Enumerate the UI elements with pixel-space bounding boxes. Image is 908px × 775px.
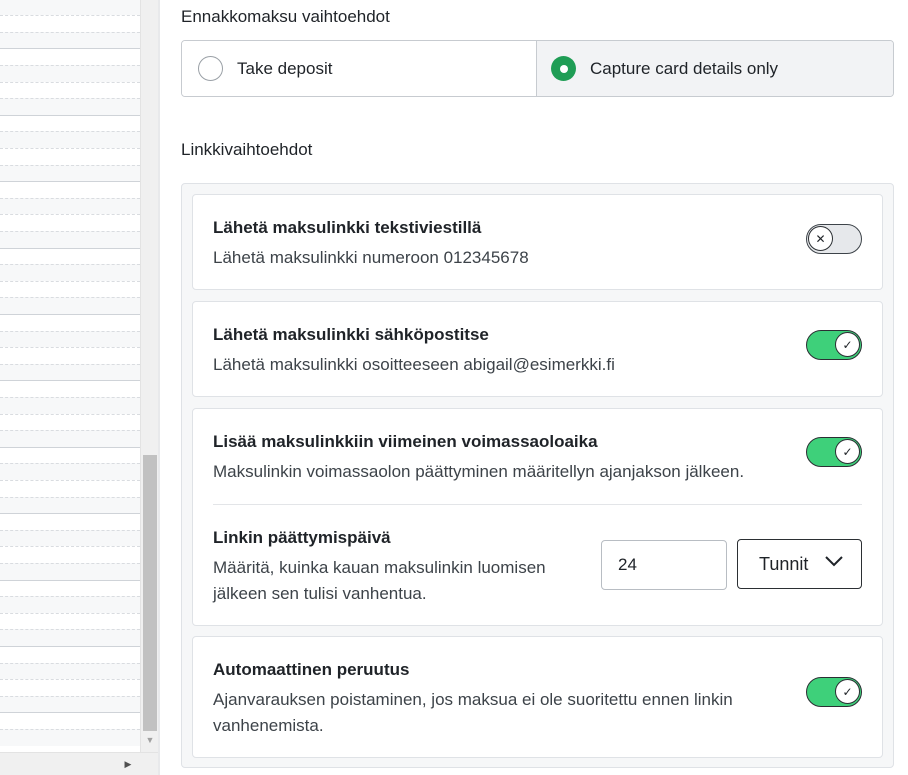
expiry-description: Maksulinkin voimassaolon päättyminen mää… [213, 462, 745, 481]
take-deposit-radio[interactable] [198, 56, 223, 81]
vertical-scrollbar[interactable]: ▼ [140, 0, 158, 752]
take-deposit-label: Take deposit [237, 58, 333, 78]
check-icon: ✓ [835, 679, 860, 704]
sms-link-description: Lähetä maksulinkki numeroon 012345678 [213, 248, 529, 267]
check-icon: ✓ [835, 439, 860, 464]
calendar-slot[interactable] [0, 181, 140, 198]
auto-cancel-title: Automaattinen peruutus [213, 660, 410, 679]
expiry-duration-input[interactable] [601, 540, 727, 590]
expiry-title: Lisää maksulinkkiin viimeinen voimassaol… [213, 432, 598, 451]
calendar-slot[interactable] [0, 131, 140, 148]
calendar-slot[interactable] [0, 546, 140, 563]
calendar-slot[interactable] [0, 363, 140, 381]
end-date-title: Linkin päättymispäivä [213, 528, 391, 547]
calendar-slot[interactable] [0, 579, 140, 597]
sms-link-toggle[interactable]: ✕ [806, 224, 862, 254]
calendar-slot[interactable] [0, 496, 140, 514]
calendar-slot[interactable] [0, 629, 140, 646]
email-link-toggle[interactable]: ✓ [806, 330, 862, 360]
calendar-slot[interactable] [0, 65, 140, 82]
vertical-scrollbar-thumb[interactable] [143, 455, 157, 731]
expiry-unit-value: Tunnit [759, 553, 809, 574]
expiry-toggle[interactable]: ✓ [806, 437, 862, 467]
calendar-slot[interactable] [0, 247, 140, 265]
calendar-slot[interactable] [0, 164, 140, 182]
check-icon: ✓ [835, 332, 860, 357]
calendar-slot[interactable] [0, 596, 140, 613]
calendar-slot[interactable] [0, 380, 140, 397]
calendar-slot[interactable] [0, 330, 140, 348]
calendar-slot[interactable] [0, 712, 140, 729]
horizontal-scrollbar[interactable]: ▶ [0, 752, 158, 775]
chevron-down-icon [825, 556, 843, 567]
calendar-slot[interactable] [0, 413, 140, 431]
calendar-slot[interactable] [0, 98, 140, 115]
calendar-slot[interactable] [0, 529, 140, 547]
x-icon: ✕ [808, 226, 833, 251]
capture-card-option[interactable]: Capture card details only [537, 41, 893, 96]
calendar-slot[interactable] [0, 31, 140, 49]
email-link-description: Lähetä maksulinkki osoitteeseen abigail@… [213, 355, 615, 374]
calendar-slot[interactable] [0, 646, 140, 663]
calendar-slot[interactable] [0, 446, 140, 464]
auto-cancel-description: Ajanvarauksen poistaminen, jos maksua ei… [213, 690, 733, 735]
auto-cancel-toggle[interactable]: ✓ [806, 677, 862, 707]
expiry-card: Lisää maksulinkkiin viimeinen voimassaol… [192, 408, 883, 626]
calendar-slot[interactable] [0, 231, 140, 248]
calendar-slot[interactable] [0, 214, 140, 231]
email-link-card: Lähetä maksulinkki sähköpostitse Lähetä … [192, 301, 883, 397]
calendar-slot[interactable] [0, 264, 140, 281]
calendar-slot[interactable] [0, 0, 140, 16]
expiry-separator [213, 504, 862, 505]
calendar-slot[interactable] [0, 729, 140, 746]
calendar-slot[interactable] [0, 114, 140, 132]
email-link-title: Lähetä maksulinkki sähköpostitse [213, 325, 489, 344]
scroll-down-arrow-icon[interactable]: ▼ [144, 734, 156, 746]
capture-card-radio[interactable] [551, 56, 576, 81]
calendar-slot[interactable] [0, 662, 140, 680]
scroll-right-arrow-icon[interactable]: ▶ [122, 757, 134, 771]
calendar-slot[interactable] [0, 563, 140, 580]
calendar-slot[interactable] [0, 280, 140, 298]
calendar-slot[interactable] [0, 314, 140, 331]
calendar-slot[interactable] [0, 81, 140, 99]
auto-cancel-card: Automaattinen peruutus Ajanvarauksen poi… [192, 636, 883, 758]
take-deposit-option[interactable]: Take deposit [182, 41, 537, 96]
calendar-slot[interactable] [0, 15, 140, 32]
calendar-slot[interactable] [0, 148, 140, 165]
expiry-unit-select[interactable]: Tunnit [737, 539, 862, 589]
pane-divider [158, 0, 160, 775]
calendar-slot[interactable] [0, 347, 140, 364]
calendar-slot[interactable] [0, 430, 140, 447]
calendar-slot[interactable] [0, 297, 140, 314]
calendar-slot[interactable] [0, 197, 140, 215]
deposit-options-title: Ennakkomaksu vaihtoehdot [181, 7, 390, 26]
calendar-slot[interactable] [0, 463, 140, 480]
link-options-title: Linkkivaihtoehdot [181, 140, 313, 159]
calendar-slot[interactable] [0, 513, 140, 530]
calendar-slot[interactable] [0, 679, 140, 696]
calendar-grid [0, 0, 140, 752]
sms-link-title: Lähetä maksulinkki tekstiviestillä [213, 218, 482, 237]
calendar-slot[interactable] [0, 480, 140, 497]
deposit-options-segmented-control: Take deposit Capture card details only [181, 40, 894, 97]
end-date-description: Määritä, kuinka kauan maksulinkin luomis… [213, 558, 546, 603]
calendar-slot[interactable] [0, 48, 140, 65]
calendar-slot[interactable] [0, 695, 140, 713]
calendar-slot[interactable] [0, 612, 140, 630]
calendar-slot[interactable] [0, 397, 140, 414]
capture-card-label: Capture card details only [590, 58, 779, 78]
sms-link-card: Lähetä maksulinkki tekstiviestillä Lähet… [192, 194, 883, 290]
